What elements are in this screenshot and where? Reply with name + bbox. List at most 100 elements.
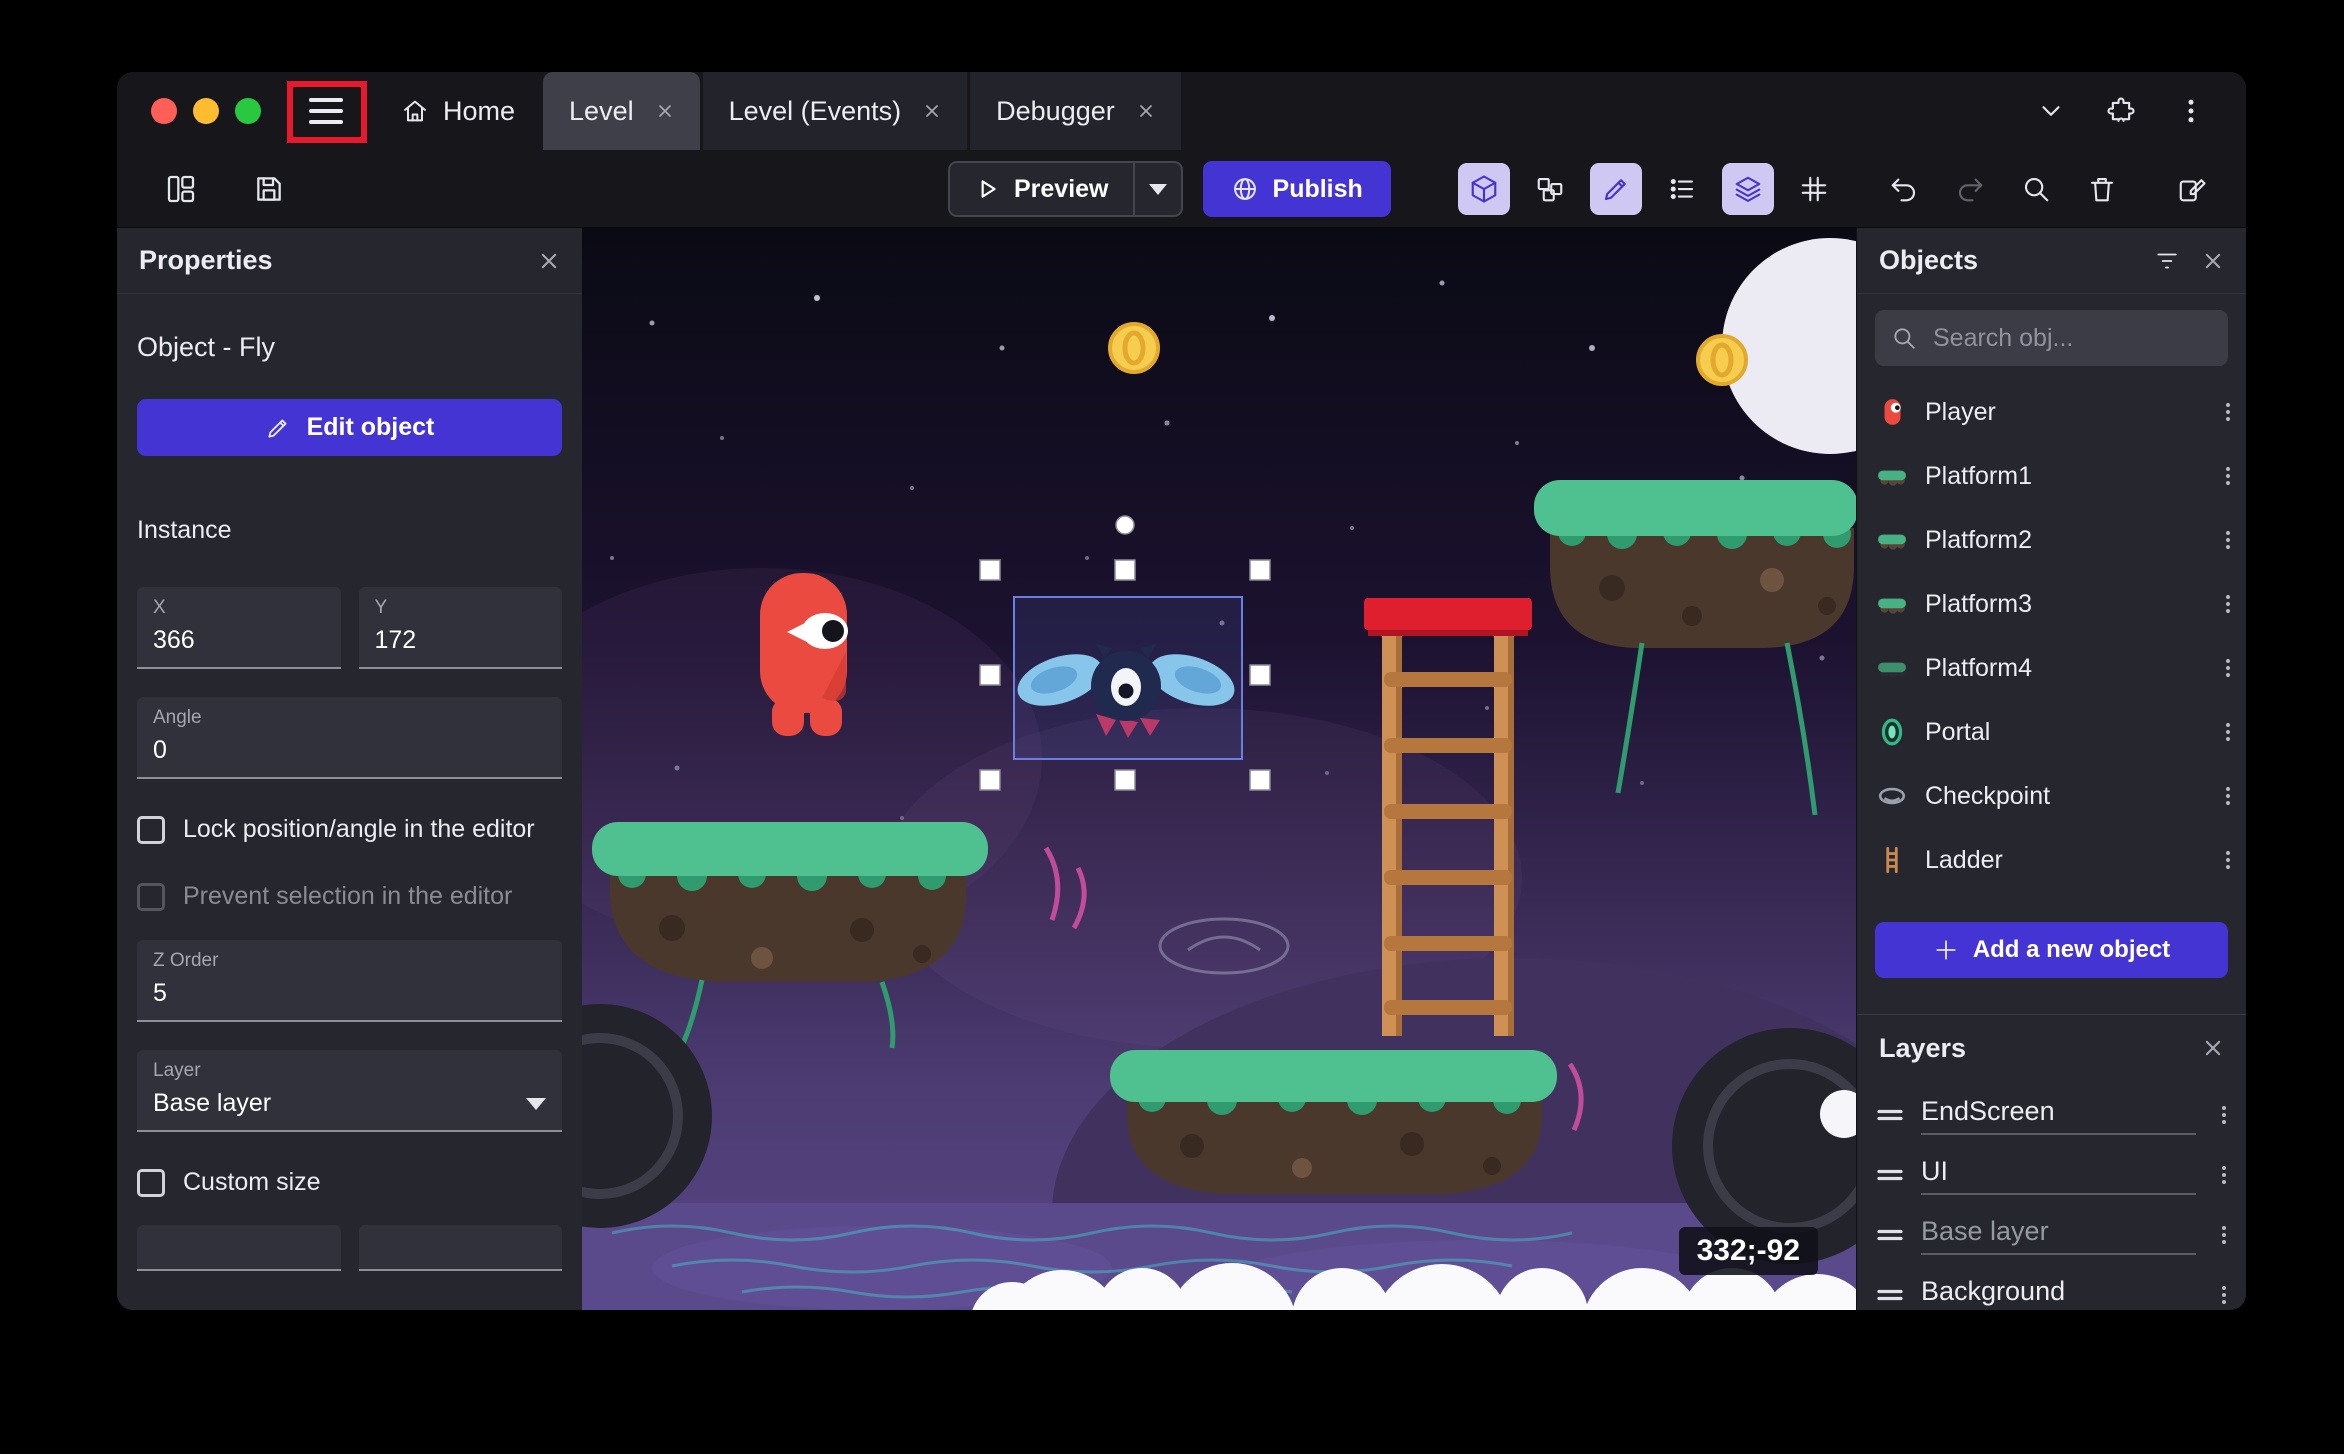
object-item-portal[interactable]: Portal <box>1875 700 2240 764</box>
layer-field-label: Layer <box>153 1060 201 1081</box>
tab-level-events-close-icon[interactable] <box>923 102 941 120</box>
tab-debugger-close-icon[interactable] <box>1137 102 1155 120</box>
preview-dropdown-button[interactable] <box>1132 163 1181 215</box>
layer-select-field[interactable]: Layer Base layer <box>137 1050 562 1132</box>
plus-icon <box>1936 940 1956 960</box>
object-groups-icon[interactable] <box>1524 163 1576 215</box>
object-item-menu-icon[interactable] <box>2216 720 2240 744</box>
object-icon-platform-dark <box>1878 662 1906 678</box>
tab-level-events[interactable]: Level (Events) <box>702 72 968 150</box>
instances-list-icon[interactable] <box>1656 163 1708 215</box>
layer-handle-icon[interactable] <box>1875 1105 1905 1125</box>
pencil-icon <box>268 418 287 438</box>
zoom-icon[interactable] <box>2010 163 2062 215</box>
object-item-platform2[interactable]: Platform2 <box>1875 508 2240 572</box>
object-item-menu-icon[interactable] <box>2216 784 2240 808</box>
z-order-field-value: 5 <box>153 979 167 1007</box>
x-position-field[interactable]: X 366 <box>137 587 341 669</box>
object-item-checkpoint[interactable]: Checkpoint <box>1875 764 2240 828</box>
objects-search-box[interactable] <box>1875 310 2228 366</box>
caret-down-icon <box>1148 183 1167 195</box>
tab-level[interactable]: Level <box>543 72 700 150</box>
y-position-field[interactable]: Y 172 <box>358 587 562 669</box>
hamburger-menu-icon[interactable] <box>309 98 343 124</box>
3d-box-icon[interactable] <box>1458 163 1510 215</box>
scene-canvas[interactable]: 332;-92 <box>582 228 1856 1310</box>
screenshot-stage: Home Level Level (Events) Debugger Previ… <box>0 0 2344 1454</box>
object-item-menu-icon[interactable] <box>2216 592 2240 616</box>
layer-handle-icon[interactable] <box>1875 1165 1905 1185</box>
edit-object-button[interactable]: Edit object <box>137 399 562 456</box>
custom-size-checkbox[interactable] <box>137 1169 165 1197</box>
edit-pencil-icon[interactable] <box>1590 163 1642 215</box>
layer-handle-icon[interactable] <box>1875 1285 1905 1305</box>
layer-handle-icon[interactable] <box>1875 1225 1905 1245</box>
layer-menu-icon[interactable] <box>2212 1223 2236 1247</box>
undo-icon[interactable] <box>1878 163 1930 215</box>
play-icon <box>981 180 996 198</box>
layer-row-base-layer[interactable]: Base layer <box>1875 1205 2236 1265</box>
object-item-menu-icon[interactable] <box>2216 528 2240 552</box>
object-item-platform4[interactable]: Platform4 <box>1875 636 2240 700</box>
coin-1[interactable] <box>1108 322 1160 374</box>
prevent-selection-checkbox[interactable] <box>137 882 165 911</box>
trash-icon[interactable] <box>2076 163 2128 215</box>
kebab-menu-icon[interactable] <box>2176 96 2206 126</box>
filter-icon[interactable] <box>2154 248 2180 274</box>
prevent-selection-label: Prevent selection in the editor <box>183 881 513 910</box>
panels-layout-icon[interactable] <box>155 163 207 215</box>
edit-canvas-icon[interactable] <box>2166 163 2218 215</box>
extensions-puzzle-icon[interactable] <box>2106 96 2136 126</box>
game-scene <box>582 228 1856 1310</box>
layers-list: EndScreen UI Base layer Background <box>1857 1081 2246 1310</box>
grid-icon[interactable] <box>1788 163 1840 215</box>
layer-row-ui[interactable]: UI <box>1875 1145 2236 1205</box>
angle-field[interactable]: Angle 0 <box>137 697 562 779</box>
object-item-menu-icon[interactable] <box>2216 400 2240 424</box>
layers-panel-title: Layers <box>1879 1032 1967 1063</box>
object-item-menu-icon[interactable] <box>2216 848 2240 872</box>
minimize-window-button[interactable] <box>193 98 219 124</box>
save-icon[interactable] <box>243 163 295 215</box>
layers-icon[interactable] <box>1722 163 1774 215</box>
redo-icon[interactable] <box>1944 163 1996 215</box>
chevron-down-icon[interactable] <box>2036 96 2066 126</box>
layer-select-arrow-icon[interactable] <box>526 1097 546 1110</box>
rotation-handle[interactable] <box>1115 515 1135 535</box>
clipped-field[interactable] <box>137 1224 341 1271</box>
object-item-platform1[interactable]: Platform1 <box>1875 444 2240 508</box>
custom-size-checkbox-row[interactable]: Custom size <box>137 1166 562 1199</box>
zoom-window-button[interactable] <box>235 98 261 124</box>
lock-position-checkbox-row[interactable]: Lock position/angle in the editor <box>137 813 562 846</box>
object-item-player[interactable]: Player <box>1875 380 2240 444</box>
close-window-button[interactable] <box>151 98 177 124</box>
tab-level-close-icon[interactable] <box>656 102 674 120</box>
tab-debugger[interactable]: Debugger <box>970 72 1181 150</box>
player-object[interactable] <box>760 573 848 736</box>
object-item-menu-icon[interactable] <box>2216 464 2240 488</box>
layer-menu-icon[interactable] <box>2212 1103 2236 1127</box>
coin-2[interactable] <box>1696 334 1748 386</box>
add-new-object-button[interactable]: Add a new object <box>1875 922 2228 978</box>
objects-close-icon[interactable] <box>2202 250 2224 272</box>
layers-close-icon[interactable] <box>2202 1037 2224 1059</box>
z-order-field[interactable]: Z Order 5 <box>137 940 562 1022</box>
properties-close-icon[interactable] <box>538 250 560 272</box>
object-icon-platform <box>1878 470 1906 486</box>
object-item-platform3[interactable]: Platform3 <box>1875 572 2240 636</box>
objects-search-input[interactable] <box>1931 322 2212 354</box>
layer-row-background[interactable]: Background <box>1875 1265 2236 1310</box>
properties-panel: Properties Object - Fly Edit object Inst… <box>117 228 582 1310</box>
layer-menu-icon[interactable] <box>2212 1163 2236 1187</box>
preview-button[interactable]: Preview <box>948 161 1183 217</box>
clipped-field[interactable] <box>358 1224 562 1271</box>
publish-button[interactable]: Publish <box>1202 161 1391 217</box>
platform-bottom-center[interactable] <box>1110 1050 1557 1194</box>
tab-home[interactable]: Home <box>373 72 543 150</box>
object-item-menu-icon[interactable] <box>2216 656 2240 680</box>
layer-menu-icon[interactable] <box>2212 1283 2236 1307</box>
lock-position-checkbox[interactable] <box>137 816 165 844</box>
prevent-selection-checkbox-row[interactable]: Prevent selection in the editor <box>137 880 562 913</box>
object-item-ladder[interactable]: Ladder <box>1875 828 2240 892</box>
layer-row-endscreen[interactable]: EndScreen <box>1875 1085 2236 1145</box>
